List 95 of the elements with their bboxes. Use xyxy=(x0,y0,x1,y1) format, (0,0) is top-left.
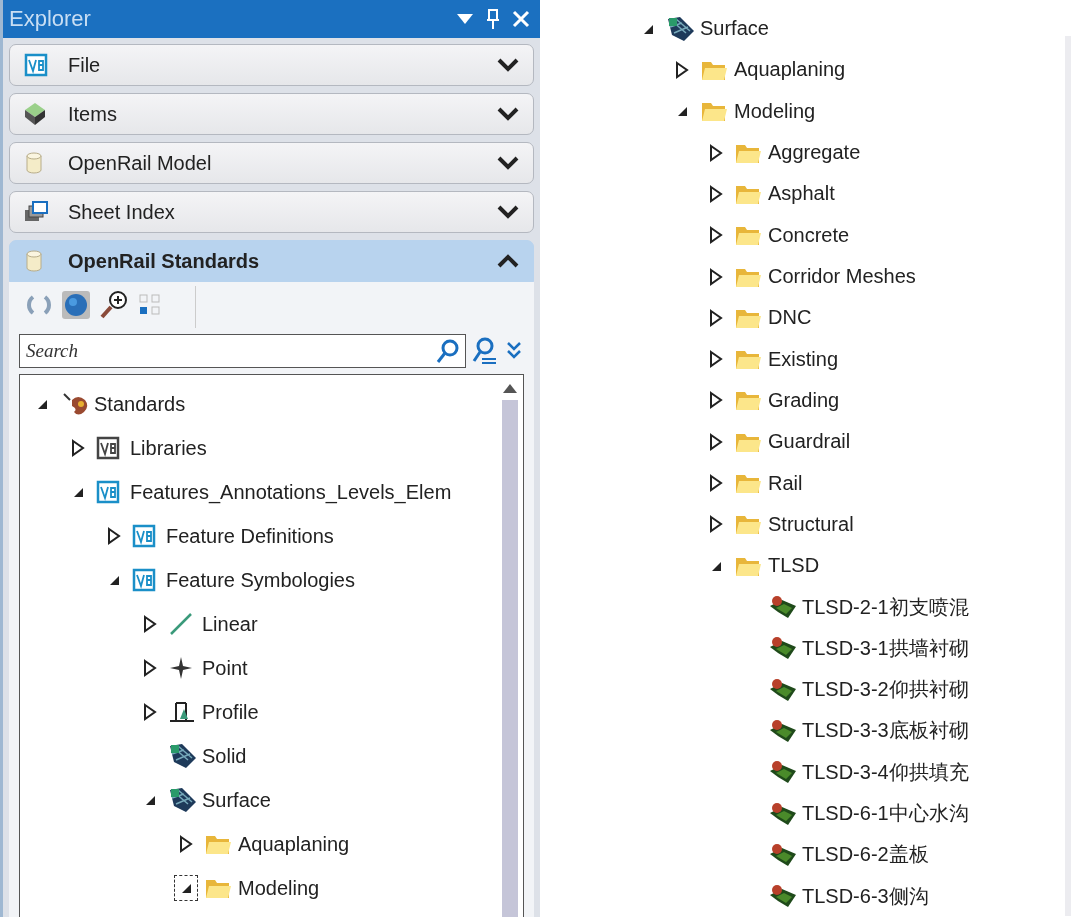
symbology-icon xyxy=(768,841,798,868)
design-file-icon xyxy=(96,436,120,460)
scroll-up-icon[interactable] xyxy=(502,382,518,394)
tree-item[interactable]: Existing xyxy=(768,347,839,371)
tree-item[interactable]: TLSD-3-2仰拱衬砌 xyxy=(802,676,969,704)
tree-item[interactable]: Feature Symbologies xyxy=(166,568,355,592)
tree-item[interactable]: TLSD-2-1初支喷混 xyxy=(802,593,969,621)
close-icon[interactable] xyxy=(512,10,530,28)
expand-chevron-icon[interactable] xyxy=(497,107,519,121)
symbology-icon xyxy=(768,800,798,827)
symbology-icon xyxy=(768,635,798,662)
design-file-icon xyxy=(96,480,120,504)
section-header[interactable]: OpenRail Standards xyxy=(9,240,534,282)
grid-icon[interactable] xyxy=(137,292,163,318)
expand-arrow-icon[interactable] xyxy=(143,659,157,677)
tree-item[interactable]: Modeling xyxy=(734,99,816,123)
tree-item[interactable]: TLSD-6-2盖板 xyxy=(802,841,929,869)
expand-arrow-icon[interactable] xyxy=(143,615,157,633)
symbology-icon xyxy=(768,717,798,744)
tree-item[interactable]: Aquaplaning xyxy=(734,58,846,82)
globe-icon[interactable] xyxy=(61,290,91,320)
expand-arrow-icon[interactable] xyxy=(675,60,689,79)
expand-chevron-icon[interactable] xyxy=(497,156,519,170)
tree-item[interactable]: Aquaplaning xyxy=(238,832,350,856)
expand-arrow-icon[interactable] xyxy=(107,527,121,545)
expand-chevron-icon[interactable] xyxy=(497,205,519,219)
person-search-icon[interactable] xyxy=(472,337,498,365)
symbology-icon xyxy=(768,676,798,703)
cube-icon xyxy=(24,102,46,126)
design-file-icon xyxy=(132,524,156,548)
pin-icon[interactable] xyxy=(486,8,500,30)
tree-item[interactable]: Feature Definitions xyxy=(166,524,334,548)
profile-icon xyxy=(168,699,196,725)
design-file-icon xyxy=(24,53,48,77)
section-header[interactable]: OpenRail Model xyxy=(9,142,534,184)
tree-item[interactable]: Linear xyxy=(202,612,258,636)
tree-item[interactable]: Surface xyxy=(700,17,769,41)
cylinder-icon xyxy=(24,151,44,175)
section-header[interactable]: Items xyxy=(9,93,534,135)
search-icon[interactable] xyxy=(436,338,460,364)
line-icon xyxy=(168,611,194,637)
design-file-icon xyxy=(132,568,156,592)
tree-item[interactable]: Modeling xyxy=(238,876,320,900)
cylinder-icon xyxy=(24,249,44,273)
tree-item[interactable]: Surface xyxy=(202,788,271,812)
tree-item[interactable]: Features_Annotations_Levels_Elem xyxy=(130,480,452,504)
expand-arrow-icon[interactable] xyxy=(71,439,85,457)
dropdown-icon[interactable] xyxy=(456,13,474,25)
tree-item[interactable]: Standards xyxy=(94,392,186,416)
tree-item[interactable]: Libraries xyxy=(130,436,207,460)
tree-item[interactable]: Rail xyxy=(768,471,803,495)
expand-arrow-icon[interactable] xyxy=(709,515,723,534)
expand-arrow-icon[interactable] xyxy=(709,226,723,245)
section-header[interactable]: Sheet Index xyxy=(9,191,534,233)
zoom-in-icon[interactable] xyxy=(99,290,129,320)
tree-item[interactable]: Aggregate xyxy=(768,141,861,165)
tree-item[interactable]: TLSD-3-1拱墙衬砌 xyxy=(802,634,969,662)
expand-arrow-icon[interactable] xyxy=(709,143,723,162)
mesh-icon xyxy=(666,14,696,43)
section-header[interactable]: File xyxy=(9,44,534,86)
expand-arrow-icon[interactable] xyxy=(179,835,193,853)
tree-item[interactable]: TLSD-6-3侧沟 xyxy=(802,882,929,910)
expand-arrow-icon[interactable] xyxy=(709,432,723,451)
expand-arrow-icon[interactable] xyxy=(709,474,723,493)
stacked-sheets-icon xyxy=(24,201,48,223)
scrollbar-thumb[interactable] xyxy=(502,400,518,917)
symbology-icon xyxy=(768,594,798,621)
expand-arrow-icon[interactable] xyxy=(709,184,723,203)
collapse-chevron-icon[interactable] xyxy=(497,254,519,268)
mesh-icon xyxy=(168,786,198,814)
expand-arrow-icon[interactable] xyxy=(709,350,723,369)
tree-item[interactable]: Solid xyxy=(202,744,247,768)
tree-item[interactable]: Grading xyxy=(768,388,840,412)
tree-item[interactable]: TLSD-3-3底板衬砌 xyxy=(802,717,969,745)
tree-item[interactable]: TLSD-6-1中心水沟 xyxy=(802,800,969,828)
tree-item[interactable]: Concrete xyxy=(768,223,850,247)
search-field[interactable]: Search xyxy=(19,334,466,368)
tree-item[interactable]: Corridor Meshes xyxy=(768,265,916,289)
mesh-icon xyxy=(168,742,198,770)
tree-item[interactable]: Point xyxy=(202,656,248,680)
expand-arrow-icon[interactable] xyxy=(143,703,157,721)
expand-arrow-icon[interactable] xyxy=(709,267,723,286)
expand-chevron-icon[interactable] xyxy=(497,58,519,72)
tree-item[interactable]: Guardrail xyxy=(768,430,851,454)
tree-item[interactable]: TLSD-3-4仰拱填充 xyxy=(802,758,969,786)
tree-item[interactable]: Asphalt xyxy=(768,182,835,206)
expand-arrow-icon[interactable] xyxy=(709,391,723,410)
tree-item[interactable]: TLSD xyxy=(768,554,820,578)
tree-item[interactable]: Profile xyxy=(202,700,259,724)
expand-arrow-icon[interactable] xyxy=(709,308,723,327)
symbology-icon xyxy=(768,883,798,910)
symbology-icon xyxy=(768,759,798,786)
panel-title: Explorer xyxy=(9,6,91,32)
tree-item[interactable]: DNC xyxy=(768,306,812,330)
tree-item[interactable]: Structural xyxy=(768,512,854,536)
